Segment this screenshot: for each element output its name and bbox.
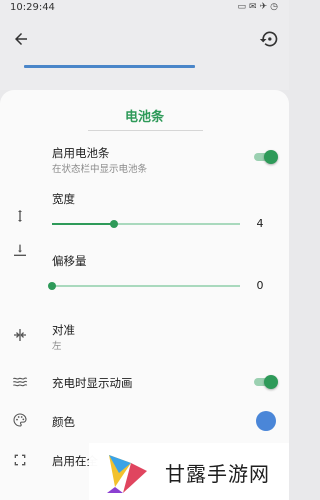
sheet-title: 电池条 [124, 110, 164, 125]
align-title: 对准 [52, 323, 75, 337]
airplane-icon: ✈ [259, 2, 271, 12]
status-time: 10:29:44 [10, 2, 55, 13]
vertical-resize-icon [18, 210, 22, 222]
arrow-left-icon[interactable] [12, 30, 30, 48]
site-watermark: 甘露手游网 [89, 443, 289, 500]
title-divider [88, 130, 203, 131]
toggle-thumb [264, 375, 278, 389]
enable-toggle[interactable] [254, 150, 278, 164]
slider-fill [52, 223, 115, 225]
align-value: 左 [52, 341, 62, 352]
fullscreen-icon [14, 454, 26, 466]
slider-track [52, 285, 240, 287]
color-title: 颜色 [52, 415, 75, 429]
toggle-thumb [264, 150, 278, 164]
color-swatch[interactable] [256, 411, 276, 431]
enable-title: 启用电池条 [52, 146, 110, 160]
width-title: 宽度 [52, 192, 75, 206]
slider-thumb[interactable] [110, 220, 119, 228]
battery-bar-preview [24, 65, 195, 68]
enable-subtitle: 在状态栏中显示电池条 [52, 164, 148, 175]
offset-down-icon [14, 244, 26, 256]
offset-title: 偏移量 [52, 254, 87, 268]
width-value: 4 [256, 217, 264, 230]
slider-thumb[interactable] [48, 282, 56, 290]
offset-value: 0 [256, 279, 264, 292]
charging-animation-toggle[interactable] [254, 375, 278, 389]
watermark-logo-icon [107, 455, 147, 493]
mail-icon: ✉ [249, 2, 260, 12]
app-bar [0, 18, 289, 90]
charging-animation-title: 充电时显示动画 [52, 376, 133, 390]
history-icon[interactable] [259, 29, 279, 49]
status-icons: ▭✉✈◷ [238, 2, 281, 12]
width-slider[interactable] [52, 217, 240, 231]
palette-icon [13, 413, 27, 427]
alarm-icon: ◷ [270, 2, 281, 12]
status-bar: 10:29:44 ▭✉✈◷ [0, 0, 289, 18]
cast-icon: ▭ [237, 2, 250, 12]
watermark-text: 甘露手游网 [165, 462, 270, 486]
battery-bar-settings-sheet: 电池条 启用电池条 在状态栏中显示电池条 宽度 4 偏移量 0 对准 左 充电时… [0, 90, 289, 500]
align-horizontal-icon [14, 329, 26, 341]
offset-slider[interactable] [48, 279, 240, 293]
waves-icon [13, 377, 28, 387]
